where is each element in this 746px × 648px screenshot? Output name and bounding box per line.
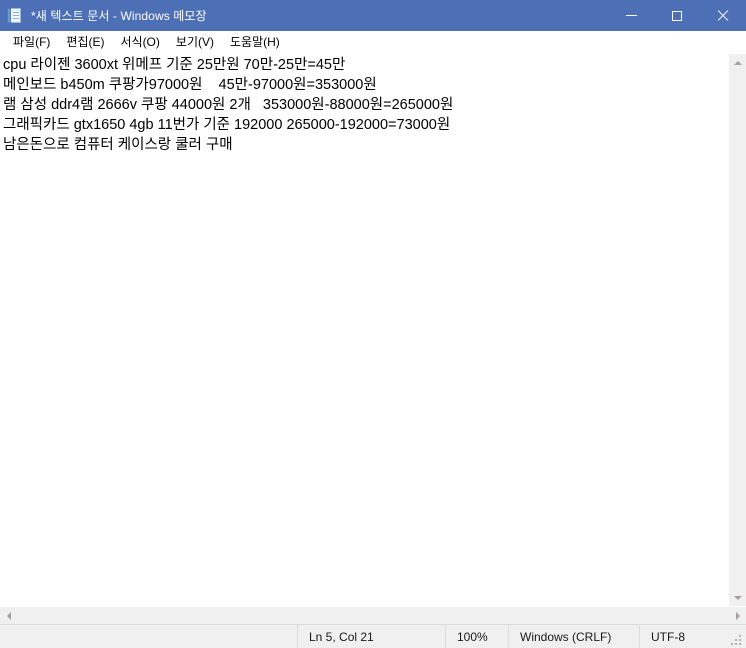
status-line-ending: Windows (CRLF) — [508, 625, 639, 648]
editor-region: cpu 라이젠 3600xt 위메프 기준 25만원 70만-25만=45만 메… — [0, 53, 746, 606]
scroll-right-button[interactable] — [729, 607, 746, 624]
scroll-left-button[interactable] — [0, 607, 17, 624]
resize-grip-icon[interactable] — [731, 635, 744, 646]
scroll-right-icon — [735, 611, 740, 620]
menu-item-help[interactable]: 도움말(H) — [222, 31, 288, 53]
status-cursor-position: Ln 5, Col 21 — [297, 625, 445, 648]
status-bar: Ln 5, Col 21 100% Windows (CRLF) UTF-8 — [0, 624, 746, 648]
window-title: *새 텍스트 문서 - Windows 메모장 — [31, 9, 207, 23]
notepad-window: *새 텍스트 문서 - Windows 메모장 파일(F) 편집(E) 서식(O… — [0, 0, 746, 648]
text-line: 메인보드 b450m 쿠팡가97000원 45만-97000원=353000원 — [3, 77, 377, 93]
minimize-button[interactable] — [608, 0, 654, 31]
status-zoom-level[interactable]: 100% — [445, 625, 508, 648]
vertical-scrollbar[interactable] — [728, 54, 746, 606]
menu-item-format[interactable]: 서식(O) — [112, 31, 167, 53]
text-line: cpu 라이젠 3600xt 위메프 기준 25만원 70만-25만=45만 — [3, 57, 346, 73]
horizontal-scroll-track[interactable] — [17, 607, 729, 624]
maximize-icon — [672, 10, 682, 21]
window-controls — [608, 0, 746, 31]
close-icon — [717, 10, 729, 22]
scroll-down-button[interactable] — [729, 589, 746, 606]
menu-item-edit[interactable]: 편집(E) — [58, 31, 112, 53]
text-line: 그래픽카드 gtx1650 4gb 11번가 기준 192000 265000-… — [3, 117, 451, 133]
horizontal-scrollbar[interactable] — [0, 606, 746, 624]
minimize-icon — [625, 15, 637, 16]
menu-item-view[interactable]: 보기(V) — [168, 31, 222, 53]
text-line: 남은돈으로 컴퓨터 케이스랑 쿨러 구매 — [3, 137, 233, 153]
status-bar-filler — [0, 625, 297, 648]
maximize-button[interactable] — [654, 0, 700, 31]
menu-bar: 파일(F) 편집(E) 서식(O) 보기(V) 도움말(H) — [0, 31, 746, 53]
close-button[interactable] — [700, 0, 746, 31]
scroll-up-button[interactable] — [729, 54, 746, 71]
scroll-left-icon — [6, 611, 11, 620]
notepad-icon — [7, 7, 23, 24]
scroll-down-icon — [733, 595, 742, 600]
text-line: 램 삼성 ddr4램 2666v 쿠팡 44000원 2개 353000원-88… — [3, 97, 454, 113]
scroll-up-icon — [733, 60, 742, 65]
status-encoding: UTF-8 — [639, 625, 731, 648]
text-editor[interactable]: cpu 라이젠 3600xt 위메프 기준 25만원 70만-25만=45만 메… — [0, 54, 728, 606]
menu-item-file[interactable]: 파일(F) — [5, 31, 58, 53]
title-bar[interactable]: *새 텍스트 문서 - Windows 메모장 — [0, 0, 746, 31]
